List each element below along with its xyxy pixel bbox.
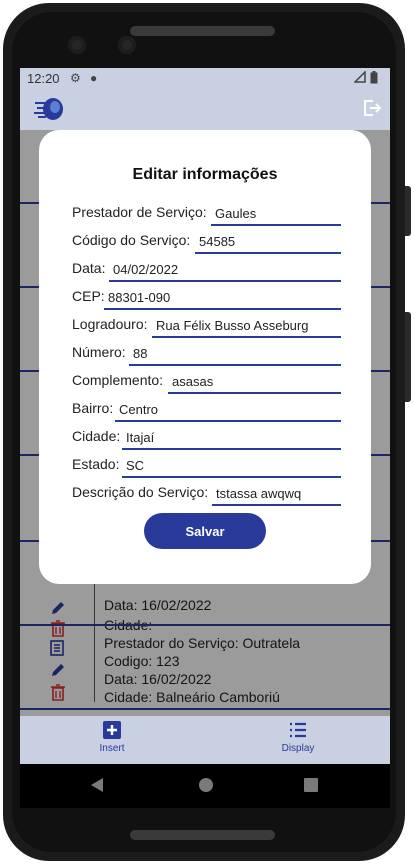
signal-icon: [353, 70, 366, 86]
state-input[interactable]: [122, 454, 341, 478]
volume-button: [405, 186, 411, 236]
district-input[interactable]: [115, 398, 341, 422]
notification-icon: ●: [90, 71, 98, 85]
provider-label: Prestador de Serviço:: [72, 204, 207, 220]
add-box-icon: [102, 721, 122, 743]
recents-icon[interactable]: [304, 778, 318, 797]
list-icon: [288, 722, 308, 743]
date-input[interactable]: [109, 258, 341, 282]
complement-input[interactable]: [168, 370, 341, 394]
dialog-title: Editar informações: [132, 166, 278, 183]
city-input[interactable]: [122, 426, 341, 450]
bottom-nav: Insert Display: [20, 716, 390, 764]
provider-field: Prestador de Serviço:: [72, 200, 342, 228]
edit-dialog: Editar informações Prestador de Serviço:…: [39, 130, 371, 584]
insert-label: Insert: [99, 743, 125, 754]
service-code-label: Código do Serviço:: [72, 232, 191, 248]
state-field: Estado:: [72, 452, 342, 480]
app-screen: 12:20 ⚙ ● Data: 16/02/2022 Cidade: Prest…: [20, 68, 390, 764]
back-icon[interactable]: [90, 777, 104, 798]
bottom-speaker: [130, 830, 275, 840]
number-input[interactable]: [129, 342, 341, 366]
sensor: [68, 36, 86, 54]
district-label: Bairro:: [72, 400, 114, 416]
street-input[interactable]: [152, 314, 341, 338]
battery-icon: [370, 71, 378, 87]
power-button: [405, 312, 411, 402]
description-input[interactable]: [212, 482, 341, 506]
number-label: Número:: [72, 344, 126, 360]
cep-label: CEP:: [72, 288, 105, 304]
cep-field: CEP:: [72, 284, 342, 312]
display-tab[interactable]: Display: [258, 720, 338, 754]
cep-input[interactable]: [104, 286, 341, 310]
front-camera: [118, 36, 136, 54]
app-bar: [20, 90, 390, 130]
earpiece-speaker: [130, 26, 275, 36]
complement-label: Complemento:: [72, 372, 164, 388]
district-field: Bairro:: [72, 396, 342, 424]
description-label: Descrição do Serviço:: [72, 484, 209, 500]
insert-tab[interactable]: Insert: [72, 720, 152, 754]
street-field: Logradouro:: [72, 312, 342, 340]
date-label: Data:: [72, 260, 106, 276]
state-label: Estado:: [72, 456, 120, 472]
service-code-field: Código do Serviço:: [72, 228, 342, 256]
display-label: Display: [281, 743, 315, 754]
city-field: Cidade:: [72, 424, 342, 452]
provider-input[interactable]: [211, 202, 341, 226]
service-code-input[interactable]: [195, 230, 341, 254]
description-field: Descrição do Serviço:: [72, 480, 342, 508]
system-nav-bar: [20, 764, 390, 808]
logout-icon[interactable]: [362, 98, 382, 123]
status-time: 12:20: [27, 71, 60, 86]
complement-field: Complemento:: [72, 368, 342, 396]
settings-icon: ⚙: [70, 71, 81, 85]
brain-logo-icon: [34, 96, 64, 127]
status-bar: 12:20 ⚙ ●: [20, 68, 390, 90]
date-field: Data:: [72, 256, 342, 284]
number-field: Número:: [72, 340, 342, 368]
home-icon[interactable]: [198, 777, 214, 798]
street-label: Logradouro:: [72, 316, 148, 332]
city-label: Cidade:: [72, 428, 121, 444]
save-button[interactable]: Salvar: [144, 513, 266, 549]
